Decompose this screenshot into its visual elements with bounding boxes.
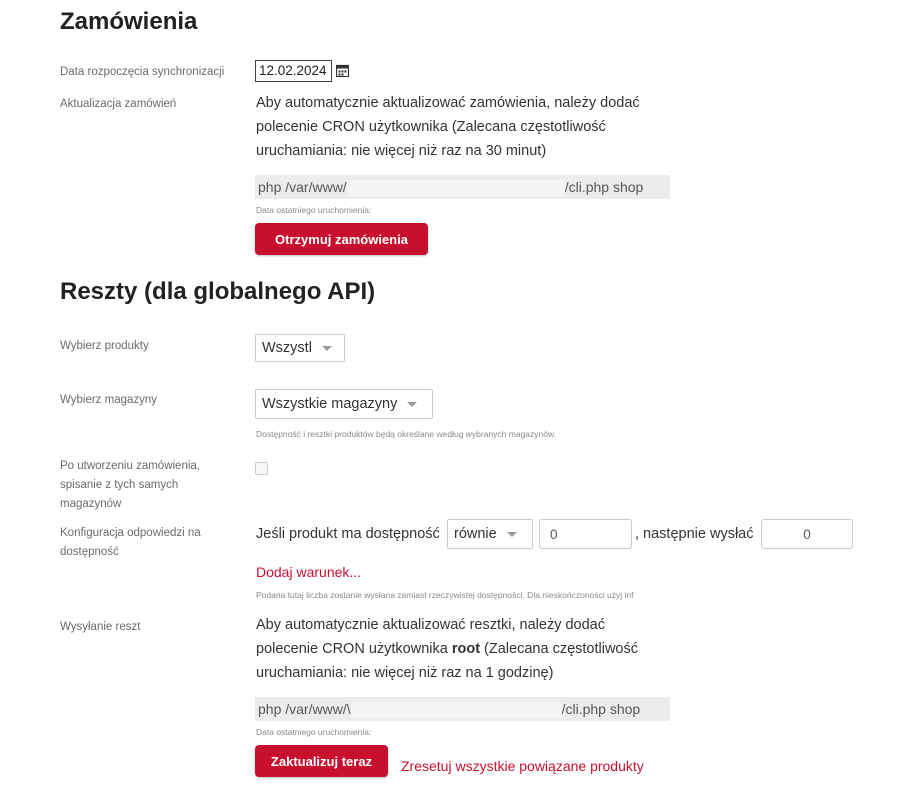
stocks-send-user: root (451, 641, 481, 657)
update-now-button[interactable]: Zaktualizuj teraz (255, 745, 388, 777)
orders-title: Zamówienia (60, 8, 198, 35)
products-select-value: Wszystl (262, 340, 312, 356)
condition-then-label: , następnie wysłać (635, 526, 754, 542)
orders-cron-command: php /var/www/ /cli.php shop (255, 175, 670, 199)
writeoff-label: Po utworzeniu zamówienia, spisanie z tyc… (60, 460, 200, 510)
stocks-last-run-label: Data ostatniego uruchomienia: (256, 727, 372, 737)
condition-value-input[interactable]: 0 (539, 519, 632, 549)
add-condition-link[interactable]: Dodaj warunek... (256, 564, 361, 580)
products-select[interactable]: Wszystl (255, 334, 345, 362)
caret-down-icon (407, 401, 418, 407)
warehouses-select-value: Wszystkie magazyny (262, 396, 398, 412)
redacted-path (350, 702, 562, 719)
stocks-cron-prefix: php /var/www/\ (258, 701, 351, 717)
calendar-icon[interactable] (335, 64, 350, 78)
availability-config-label: Konfiguracja odpowiedzi na dostępność (60, 527, 201, 558)
warehouses-select[interactable]: Wszystkie magazyny (255, 389, 433, 419)
reset-linked-products-link[interactable]: Zresetuj wszystkie powiązane produkty (401, 758, 644, 774)
caret-down-icon (321, 345, 332, 351)
stocks-cron-command: php /var/www/\ /cli.php shop (255, 697, 670, 721)
writeoff-checkbox[interactable] (255, 462, 268, 475)
availability-config-hint: Podana tutaj liczba zostanie wysłana zam… (256, 590, 634, 600)
warehouses-hint: Dostępność i resztki produktów będą okre… (256, 429, 557, 439)
products-label: Wybierz produkty (60, 340, 149, 352)
orders-update-text: Aby automatycznie aktualizować zamówieni… (256, 95, 640, 159)
sync-start-date-input[interactable]: 12.02.2024 (255, 60, 332, 82)
caret-down-icon (506, 531, 517, 537)
orders-cron-prefix: php /var/www/ (258, 179, 347, 195)
fetch-orders-button[interactable]: Otrzymuj zamówienia (255, 223, 428, 255)
orders-cron-suffix: /cli.php shop (564, 179, 644, 195)
stocks-title: Reszty (dla globalnego API) (60, 278, 376, 305)
redacted-path (346, 180, 565, 197)
warehouses-label: Wybierz magazyny (60, 394, 158, 406)
stocks-send-label: Wysyłanie reszt (60, 621, 141, 633)
stocks-send-text: Aby automatycznie aktualizować resztki, … (256, 613, 671, 685)
condition-prefix: Jeśli produkt ma dostępność (256, 526, 440, 542)
condition-send-input[interactable]: 0 (761, 519, 853, 549)
sync-start-label: Data rozpoczęcia synchronizacji (60, 66, 225, 78)
orders-update-label: Aktualizacja zamówień (60, 98, 177, 110)
stocks-cron-suffix: /cli.php shop (561, 701, 641, 717)
condition-operator-select[interactable]: równie (447, 519, 533, 549)
condition-operator-value: równie (454, 526, 497, 542)
orders-last-run-label: Data ostatniego uruchomienia: (256, 205, 372, 215)
